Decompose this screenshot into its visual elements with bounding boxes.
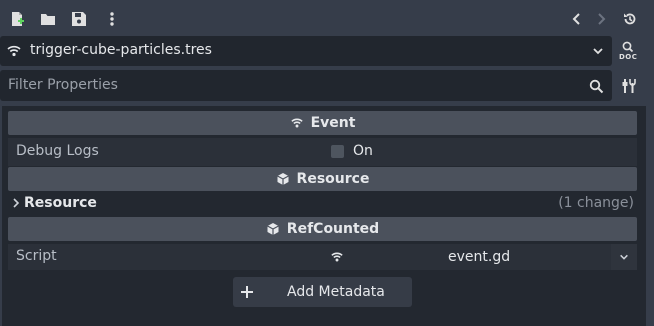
save-button[interactable] [69, 9, 89, 29]
section-event-label: Event [310, 115, 356, 131]
debug-logs-checkbox[interactable] [331, 145, 344, 158]
open-resource-button[interactable] [38, 9, 58, 29]
history-forward-button[interactable] [591, 9, 611, 29]
add-metadata-label: Add Metadata [287, 284, 385, 300]
more-options-icon [110, 12, 114, 26]
more-options-button[interactable] [102, 9, 122, 29]
signal-icon [290, 118, 303, 128]
doc-search-icon [622, 41, 634, 53]
chevron-right-icon [11, 197, 21, 209]
debug-logs-value[interactable]: On [353, 143, 373, 159]
save-icon [72, 12, 86, 26]
resource-name: trigger-cube-particles.tres [30, 42, 212, 58]
script-dropdown-button[interactable] [611, 244, 637, 270]
doc-label: DOC [619, 53, 638, 61]
open-documentation-button[interactable]: DOC [619, 40, 639, 64]
section-refcounted: RefCounted [8, 217, 637, 241]
section-resource-label: Resource [296, 171, 370, 187]
history-back-button[interactable] [567, 9, 587, 29]
script-signal-icon [330, 250, 344, 264]
resource-cube-icon [276, 173, 289, 185]
history-forward-icon [598, 13, 606, 25]
chevron-down-icon [593, 48, 603, 55]
add-icon [239, 284, 255, 300]
resource-group-toggle[interactable] [8, 191, 637, 215]
new-resource-icon [12, 12, 24, 26]
search-icon [588, 78, 604, 94]
script-value: event.gd [448, 249, 511, 265]
open-folder-icon [41, 14, 55, 25]
history-list-icon [624, 13, 636, 25]
property-row-debug-logs [8, 138, 637, 166]
resource-changes-count: (1 change) [558, 195, 634, 211]
debug-logs-label: Debug Logs [16, 143, 99, 159]
filter-placeholder: Filter Properties [8, 77, 118, 93]
chevron-down-icon [620, 254, 628, 260]
section-resource: Resource [8, 167, 637, 191]
new-resource-button[interactable] [7, 9, 27, 29]
refcounted-cube-icon [267, 223, 279, 235]
signal-resource-icon [6, 43, 22, 59]
script-label: Script [16, 248, 57, 264]
property-settings-button[interactable] [619, 76, 639, 96]
resource-dropdown-button[interactable] [589, 42, 607, 60]
section-event: Event [8, 111, 637, 135]
history-back-icon [572, 13, 580, 25]
history-list-button[interactable] [620, 9, 640, 29]
section-refcounted-label: RefCounted [286, 221, 380, 237]
tools-icon [622, 79, 636, 93]
resource-group-label: Resource [24, 195, 97, 211]
